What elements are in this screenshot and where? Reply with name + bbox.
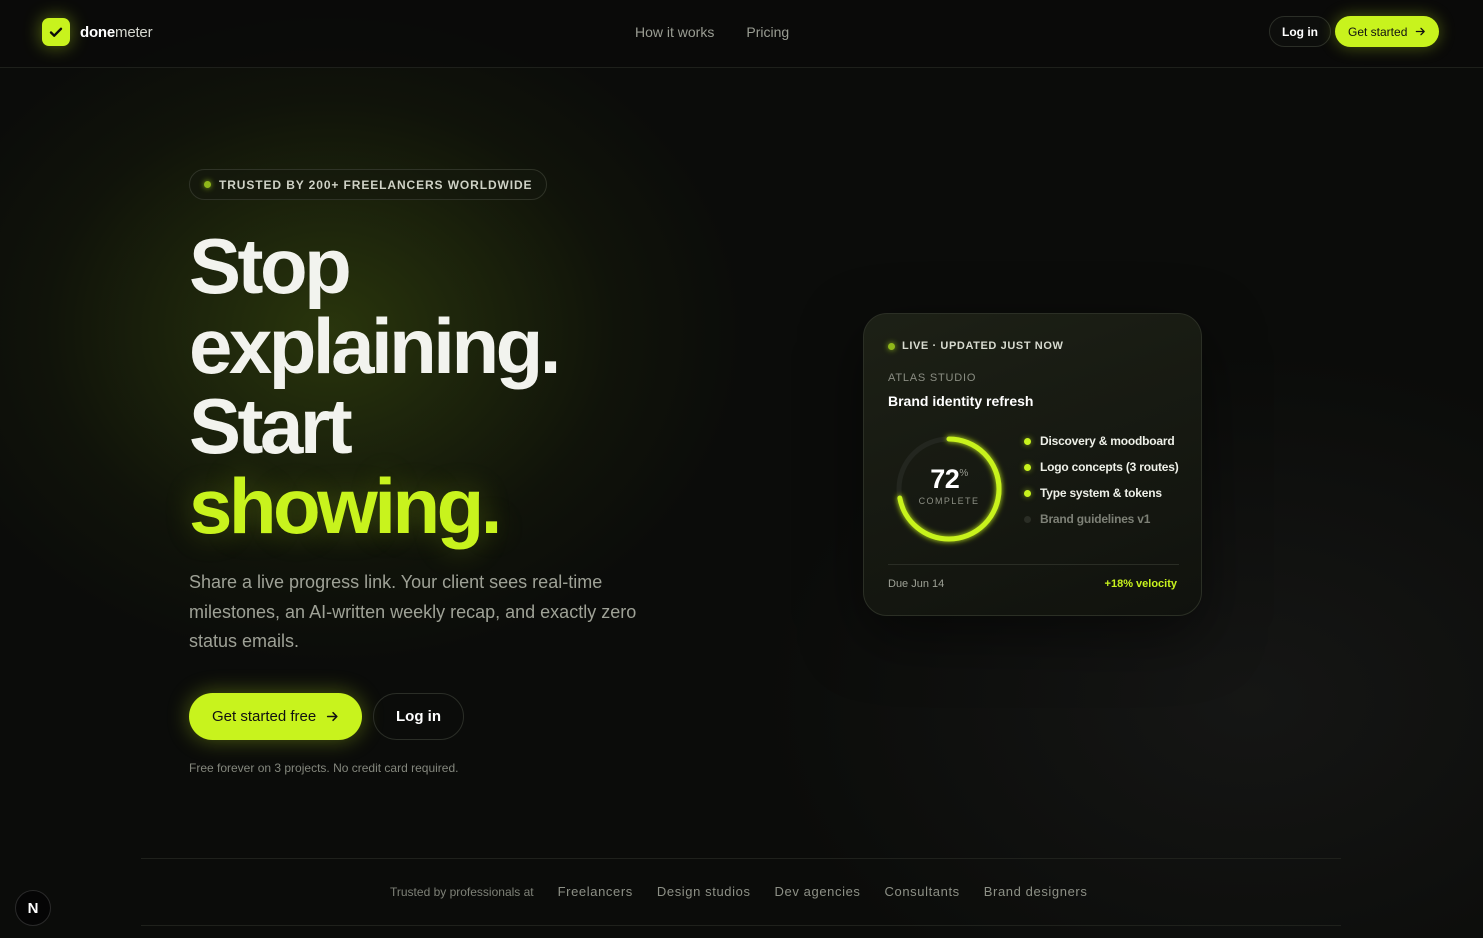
card-divider — [888, 564, 1179, 565]
fine-print: Free forever on 3 projects. No credit ca… — [189, 761, 459, 775]
client-name: ATLAS STUDIO — [888, 372, 977, 384]
nav-get-started-label: Get started — [1348, 24, 1408, 39]
progress-percent: 72% — [930, 464, 968, 494]
trust-segment: Brand designers — [983, 884, 1088, 899]
milestone-done-dot-icon — [1024, 489, 1031, 497]
live-indicator: LIVE · UPDATED JUST NOW — [888, 340, 1064, 352]
hero-headline: Stop explaining. Start showing. — [189, 226, 789, 546]
checkmark-icon — [42, 18, 70, 46]
trust-strip: Trusted by professionals at Freelancers … — [390, 884, 1087, 899]
trust-segment: Dev agencies — [774, 884, 861, 899]
trust-segment: Freelancers — [557, 884, 633, 899]
brand-logo[interactable]: donemeter — [42, 18, 153, 46]
nav-login-button[interactable]: Log in — [1269, 16, 1331, 47]
headline-line-4: showing. — [189, 462, 502, 550]
arrow-right-icon — [327, 711, 338, 722]
milestone-label: Logo concepts (3 routes) — [1040, 460, 1179, 474]
milestone-label: Discovery & moodboard — [1040, 434, 1175, 448]
milestone-list: Discovery & moodboard Logo concepts (3 ro… — [1024, 432, 1184, 536]
trust-strip-lead: Trusted by professionals at — [390, 884, 534, 899]
hero-subtitle: Share a live progress link. Your client … — [189, 572, 637, 651]
arrow-right-icon — [1416, 27, 1426, 36]
headline-line-1: Stop — [189, 222, 352, 310]
get-started-free-label: Get started free — [212, 708, 317, 725]
trust-segment: Consultants — [884, 884, 960, 899]
milestone-item: Type system & tokens — [1024, 484, 1184, 502]
milestone-item: Brand guidelines v1 — [1024, 510, 1184, 528]
live-dot-icon — [888, 342, 895, 350]
trust-strip-divider-top — [141, 858, 1341, 859]
progress-label: COMPLETE — [918, 496, 980, 506]
milestone-label: Brand guidelines v1 — [1040, 512, 1151, 526]
headline-line-2: explaining. — [189, 302, 561, 390]
top-nav: donemeter How it works Pricing Log in Ge… — [0, 0, 1483, 68]
project-title: Brand identity refresh — [888, 393, 1034, 409]
milestone-done-dot-icon — [1024, 437, 1031, 445]
trust-segment: Design studios — [656, 884, 751, 899]
hero-login-button[interactable]: Log in — [373, 693, 464, 740]
live-label: LIVE · UPDATED JUST NOW — [902, 340, 1064, 352]
due-date: Due Jun 14 — [888, 578, 945, 590]
get-started-free-button[interactable]: Get started free — [189, 693, 363, 740]
headline-line-3: Start — [189, 382, 353, 470]
trust-badge: TRUSTED BY 200+ FREELANCERS WORLDWIDE — [189, 169, 548, 200]
milestone-done-dot-icon — [1024, 463, 1031, 471]
milestone-item: Discovery & moodboard — [1024, 432, 1184, 450]
nav-links: How it works Pricing — [635, 24, 789, 40]
progress-card: LIVE · UPDATED JUST NOW ATLAS STUDIO Bra… — [863, 313, 1202, 616]
brand-name: donemeter — [80, 23, 153, 41]
trust-badge-label: TRUSTED BY 200+ FREELANCERS WORLDWIDE — [219, 177, 533, 192]
nav-link-how-it-works[interactable]: How it works — [635, 24, 714, 40]
milestone-pending-dot-icon — [1024, 515, 1031, 523]
trust-strip-divider-bottom — [141, 925, 1341, 926]
dev-tools-badge[interactable]: N — [15, 890, 51, 926]
status-dot-icon — [204, 181, 211, 188]
nav-get-started-button[interactable]: Get started — [1335, 16, 1440, 47]
velocity-stat: +18% velocity — [1104, 578, 1177, 590]
milestone-label: Type system & tokens — [1040, 486, 1162, 500]
nav-link-pricing[interactable]: Pricing — [746, 24, 789, 40]
milestone-item: Logo concepts (3 routes) — [1024, 458, 1184, 476]
